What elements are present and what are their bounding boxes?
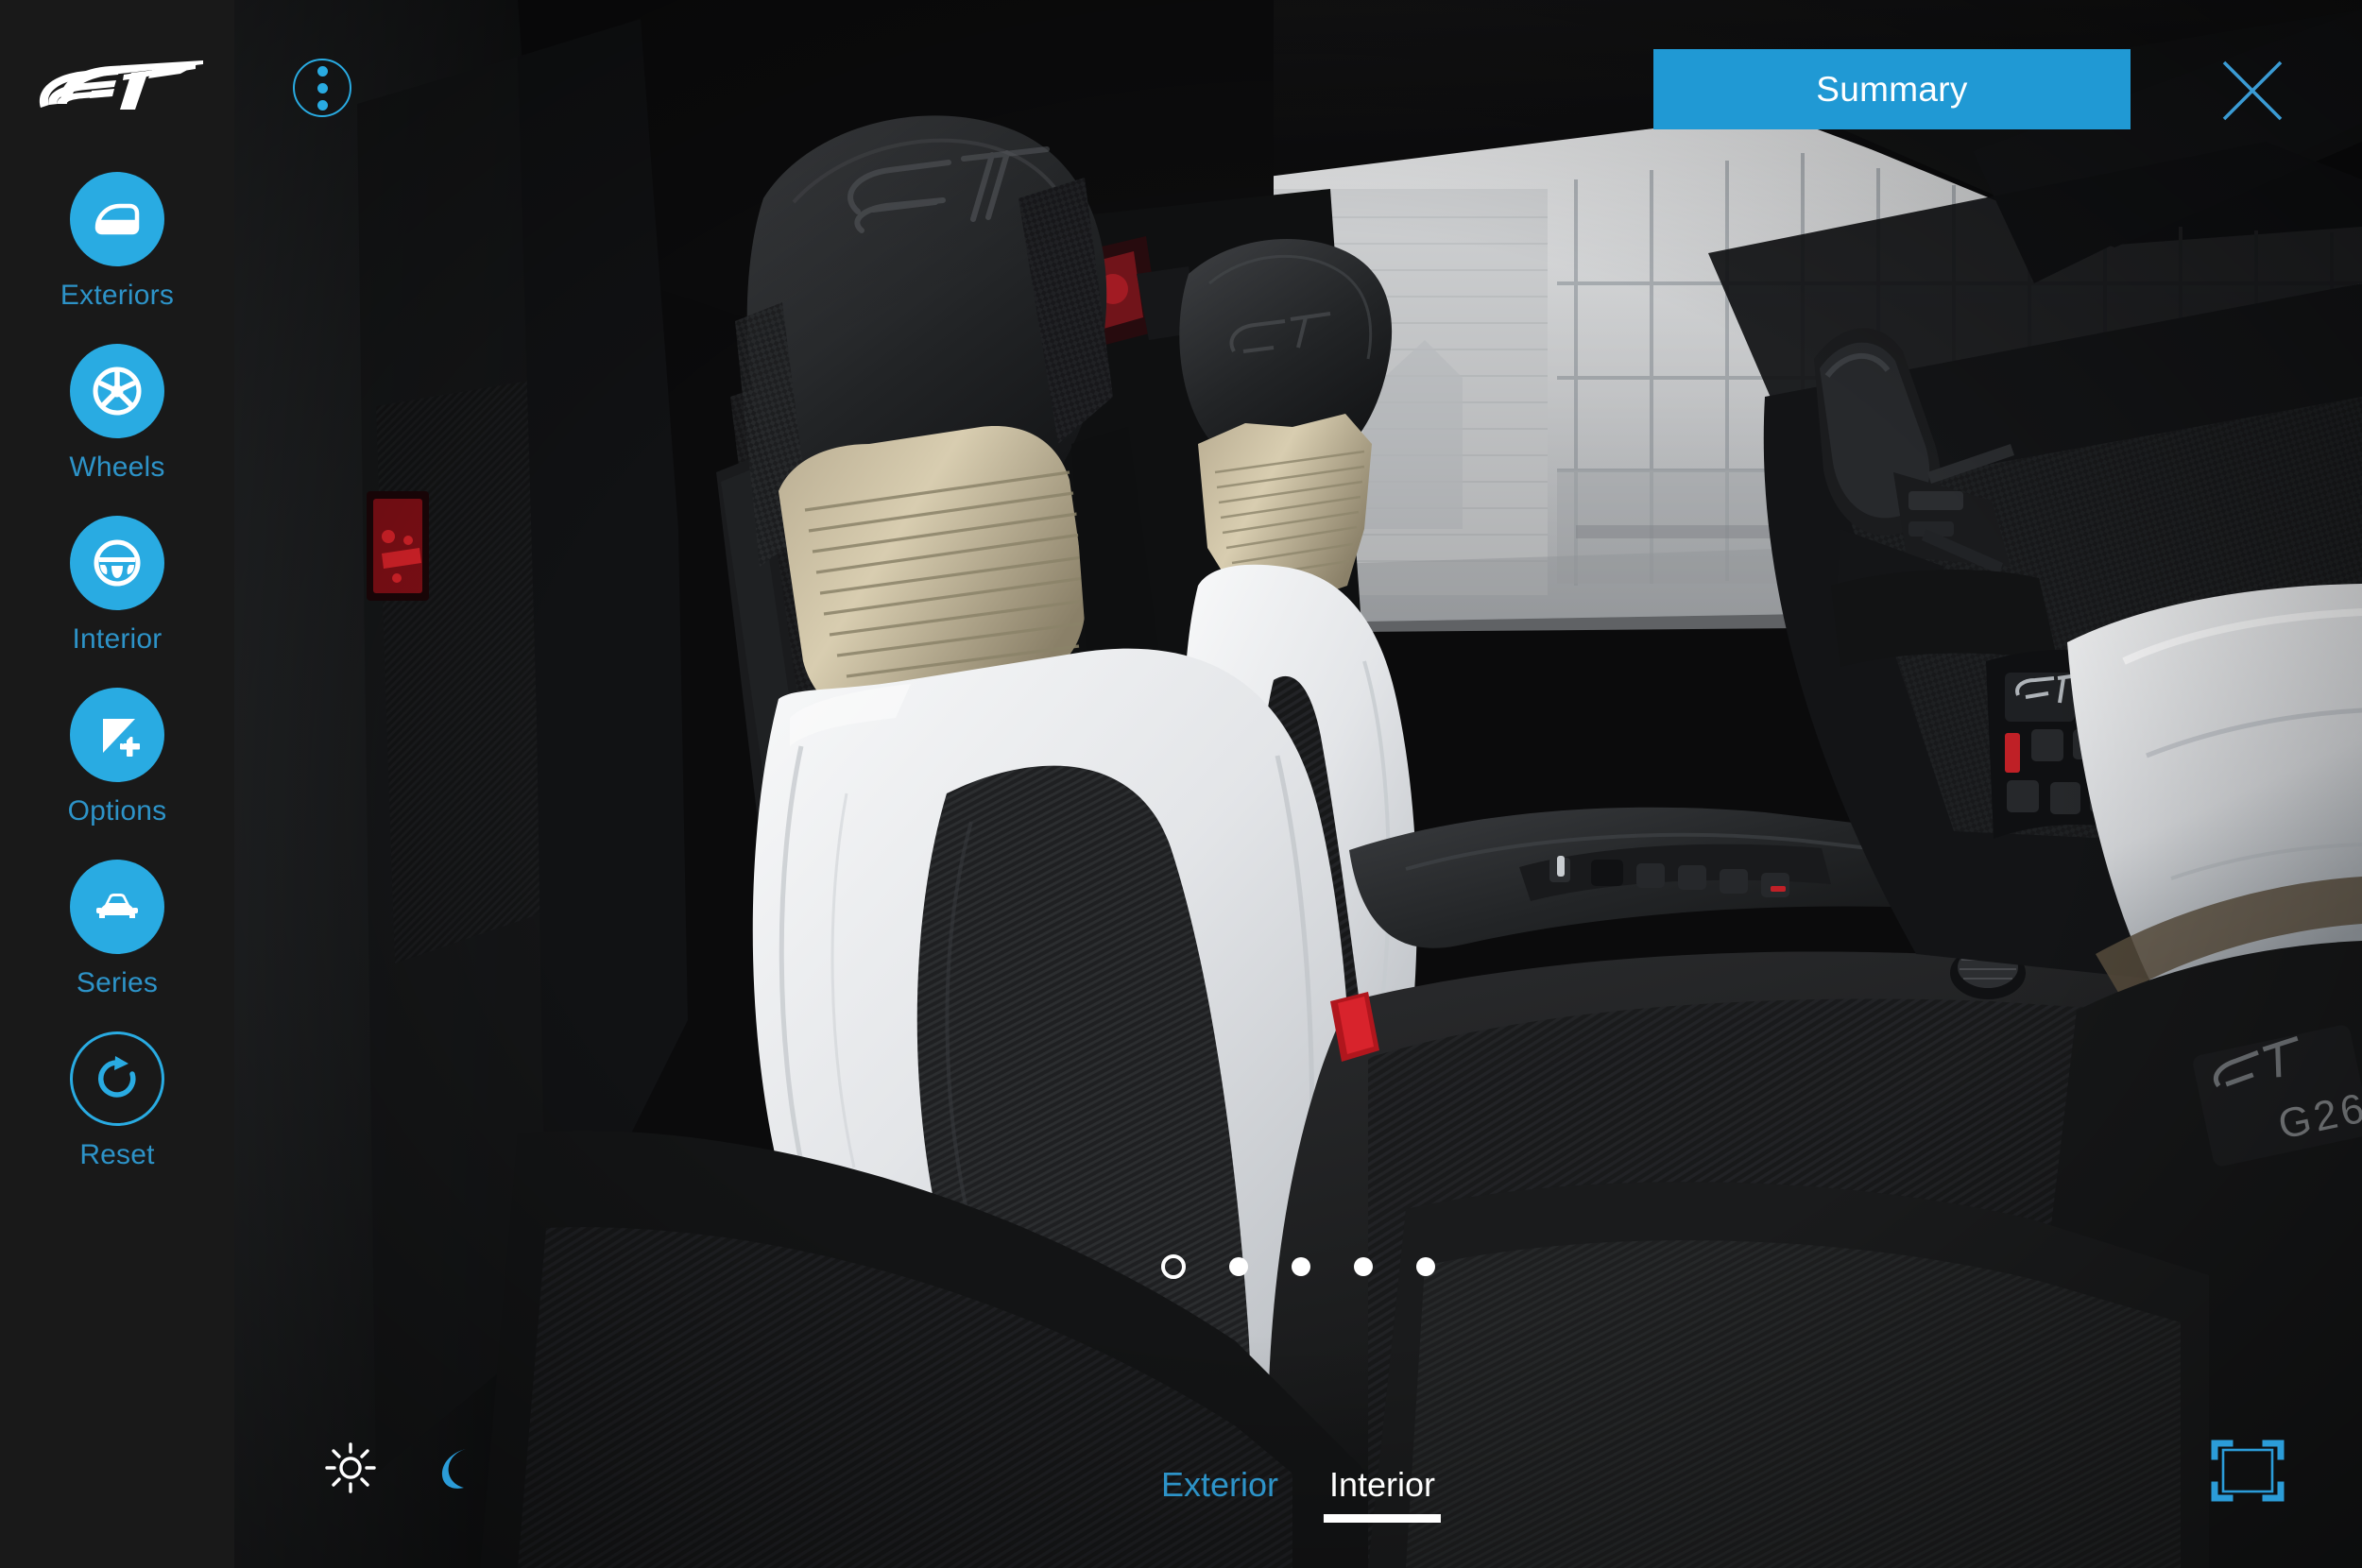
- vehicle-render-image: G261: [234, 0, 2362, 1568]
- ford-gt-logo: [39, 60, 203, 110]
- sidebar-item-label: Exteriors: [60, 280, 175, 311]
- sidebar-item-exteriors[interactable]: Exteriors: [0, 172, 234, 310]
- sidebar-item-label: Wheels: [69, 452, 165, 483]
- series-icon-badge: [70, 860, 164, 954]
- sun-icon[interactable]: [324, 1441, 377, 1494]
- fullscreen-icon[interactable]: [2211, 1438, 2285, 1504]
- car-door-icon: [94, 203, 140, 235]
- sidebar-item-label: Series: [76, 967, 159, 998]
- sidebar-item-label: Options: [67, 795, 167, 827]
- flag-plus-icon: [103, 719, 140, 757]
- kebab-menu-icon[interactable]: [293, 59, 351, 117]
- wheels-icon-badge: [70, 344, 164, 438]
- options-icon-badge: [70, 688, 164, 782]
- car-front-icon: [96, 894, 138, 918]
- lighting-controls: [324, 1441, 479, 1494]
- sidebar-item-interior[interactable]: Interior: [0, 516, 234, 654]
- vehicle-viewport[interactable]: G261 Summary: [234, 0, 2362, 1568]
- pager-dot-4[interactable]: [1354, 1257, 1373, 1276]
- configurator-app: Exteriors Wheels Interior Options Series…: [0, 0, 2362, 1568]
- pager-dot-3[interactable]: [1292, 1257, 1310, 1276]
- sidebar-item-label: Reset: [79, 1139, 155, 1170]
- refresh-icon: [98, 1056, 136, 1098]
- sidebar-item-wheels[interactable]: Wheels: [0, 344, 234, 482]
- pager-dot-1[interactable]: [1161, 1254, 1186, 1279]
- sidebar: Exteriors Wheels Interior Options Series…: [0, 0, 234, 1568]
- view-mode-tabs: Exterior Interior: [1161, 1468, 1442, 1523]
- sidebar-item-label: Interior: [72, 623, 163, 655]
- summary-button[interactable]: Summary: [1653, 49, 2131, 129]
- sidebar-item-options[interactable]: Options: [0, 688, 234, 826]
- kebab-dot: [317, 82, 328, 94]
- sidebar-item-reset[interactable]: Reset: [0, 1031, 234, 1169]
- sidebar-item-series[interactable]: Series: [0, 860, 234, 997]
- moon-icon[interactable]: [430, 1443, 479, 1492]
- wheel-rim-icon: [93, 366, 142, 416]
- sidebar-nav: Exteriors Wheels Interior Options Series…: [0, 172, 234, 1203]
- pager-dot-5[interactable]: [1416, 1257, 1435, 1276]
- view-pagination: [1161, 1254, 1435, 1279]
- interior-icon-badge: [70, 516, 164, 610]
- kebab-dot: [317, 99, 328, 111]
- tab-interior[interactable]: Interior: [1323, 1468, 1442, 1523]
- steering-wheel-icon: [94, 539, 141, 587]
- close-icon[interactable]: [2218, 57, 2286, 125]
- reset-icon-badge: [70, 1031, 164, 1126]
- exteriors-icon-badge: [70, 172, 164, 266]
- kebab-dot: [317, 65, 328, 77]
- pager-dot-2[interactable]: [1229, 1257, 1248, 1276]
- tab-exterior[interactable]: Exterior: [1161, 1468, 1278, 1523]
